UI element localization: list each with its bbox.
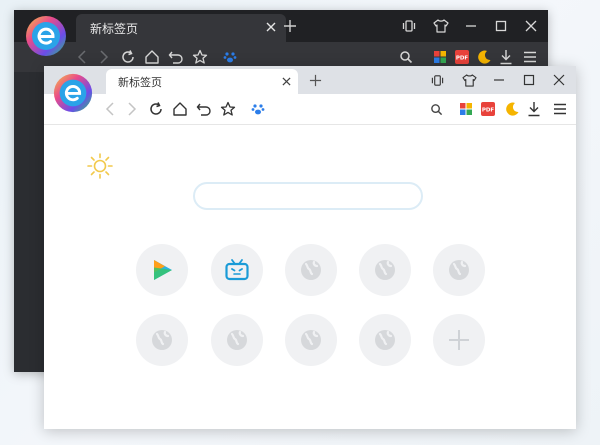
tab-new-tab[interactable]: 新标签页 [76, 14, 286, 42]
close-window-icon[interactable] [546, 68, 572, 92]
maximize-icon[interactable] [516, 68, 542, 92]
undo-icon[interactable] [194, 99, 214, 119]
toolbar: PDF [44, 94, 576, 125]
star-icon[interactable] [190, 47, 210, 67]
undo-icon[interactable] [166, 47, 186, 67]
tile-empty-3[interactable] [285, 244, 337, 296]
back-icon[interactable] [72, 47, 92, 67]
moon-icon[interactable] [474, 47, 494, 67]
tile-empty-5[interactable] [433, 244, 485, 296]
globe-icon [373, 328, 397, 352]
maximize-icon[interactable] [488, 14, 514, 38]
pdf-icon[interactable]: PDF [478, 99, 498, 119]
minimize-icon[interactable] [486, 68, 512, 92]
apps-icon[interactable] [430, 47, 450, 67]
svg-text:PDF: PDF [482, 108, 495, 114]
tab-title: 新标签页 [118, 77, 162, 89]
title-bar: 新标签页 [14, 10, 548, 42]
apps-icon[interactable] [456, 99, 476, 119]
plus-icon [447, 328, 471, 352]
globe-icon [299, 258, 323, 282]
home-icon[interactable] [170, 99, 190, 119]
menu-icon[interactable] [520, 47, 540, 67]
play-icon [149, 257, 175, 283]
minimize-icon[interactable] [458, 14, 484, 38]
paw-icon[interactable] [248, 99, 268, 119]
forward-icon[interactable] [94, 47, 114, 67]
skin-shirt-icon[interactable] [456, 68, 482, 92]
svg-text:PDF: PDF [456, 56, 469, 62]
globe-icon [225, 328, 249, 352]
menu-icon[interactable] [550, 99, 570, 119]
new-tab-icon[interactable] [306, 71, 324, 89]
tile-add[interactable] [433, 314, 485, 366]
moon-icon[interactable] [502, 99, 522, 119]
reading-mode-icon[interactable] [396, 14, 422, 38]
globe-icon [373, 258, 397, 282]
skin-shirt-icon[interactable] [428, 14, 454, 38]
download-icon[interactable] [496, 47, 516, 67]
pdf-icon[interactable]: PDF [452, 47, 472, 67]
search-icon[interactable] [396, 47, 416, 67]
reload-icon[interactable] [146, 99, 166, 119]
close-tab-icon[interactable] [262, 18, 280, 36]
foreground-browser-window: 新标签页 PDF [44, 66, 576, 429]
back-icon[interactable] [100, 99, 120, 119]
reading-mode-icon[interactable] [424, 68, 450, 92]
home-icon[interactable] [142, 47, 162, 67]
globe-icon [447, 258, 471, 282]
reload-icon[interactable] [118, 47, 138, 67]
tile-bilibili[interactable] [211, 244, 263, 296]
close-window-icon[interactable] [518, 14, 544, 38]
search-input[interactable] [193, 182, 423, 210]
globe-icon [150, 328, 174, 352]
tab-new-tab[interactable]: 新标签页 [106, 69, 298, 94]
browser-logo-icon [52, 72, 94, 114]
star-icon[interactable] [218, 99, 238, 119]
tile-empty-8[interactable] [285, 314, 337, 366]
forward-icon[interactable] [122, 99, 142, 119]
tile-empty-9[interactable] [359, 314, 411, 366]
weather-sun-icon[interactable] [86, 152, 114, 180]
title-bar: 新标签页 [44, 66, 576, 94]
close-tab-icon[interactable] [278, 73, 294, 89]
globe-icon [299, 328, 323, 352]
tile-empty-4[interactable] [359, 244, 411, 296]
download-icon[interactable] [524, 99, 544, 119]
tile-empty-6[interactable] [136, 314, 188, 366]
tv-face-icon [224, 257, 250, 283]
browser-logo-icon [24, 14, 68, 58]
new-tab-icon[interactable] [280, 16, 300, 36]
tile-empty-7[interactable] [211, 314, 263, 366]
paw-icon[interactable] [220, 47, 240, 67]
search-icon[interactable] [426, 99, 446, 119]
tile-video[interactable] [136, 244, 188, 296]
tab-title: 新标签页 [90, 22, 139, 36]
